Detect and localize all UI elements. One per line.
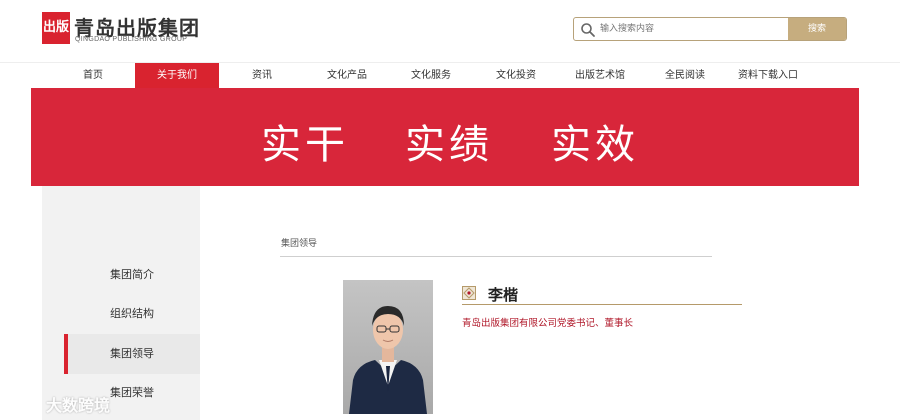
watermark: 大数跨境 [8,390,128,416]
portrait-image [343,280,433,414]
search-bar: 搜索 [573,17,847,41]
site-logo[interactable]: 出版 青岛出版集团 QINGDAO PUBLISHING GROUP [42,12,199,48]
sidebar-active-indicator [64,334,68,374]
leader-name: 李楷 [488,286,519,304]
nav-item-culture-services[interactable]: 文化服务 [396,63,466,89]
banner-word-3: 实效 [551,122,639,168]
banner-word-1: 实干 [261,122,349,168]
nav-item-home[interactable]: 首页 [60,63,126,89]
nav-item-about[interactable]: 关于我们 [135,63,219,89]
nav-item-art-museum[interactable]: 出版艺术馆 [560,63,640,89]
search-button[interactable]: 搜索 [788,18,846,40]
hero-banner: 实干 实绩 实效 [31,88,859,186]
main-nav: 首页 关于我们 资讯 文化产品 文化服务 文化投资 出版艺术馆 全民阅读 资料下… [0,62,900,89]
section-divider [280,256,712,257]
leader-portrait [343,280,433,414]
search-icon [581,23,595,37]
search-input[interactable] [600,18,785,40]
name-divider [462,304,742,305]
sidebar-item-structure[interactable]: 组织结构 [64,294,200,334]
logo-mark: 出版 [42,12,70,44]
sidebar-item-leaders[interactable]: 集团领导 [64,334,200,374]
banner-word-2: 实绩 [405,122,493,168]
nav-item-news[interactable]: 资讯 [230,63,294,89]
nav-item-culture-products[interactable]: 文化产品 [312,63,382,89]
nav-item-downloads[interactable]: 资料下载入口 [728,63,808,89]
section-title: 集团领导 [281,239,318,249]
nav-item-culture-investment[interactable]: 文化投资 [481,63,551,89]
nav-item-reading[interactable]: 全民阅读 [650,63,720,89]
decorative-emblem-icon [462,286,476,300]
watermark-logo-icon [9,394,40,410]
watermark-text: 大数跨境 [46,396,111,415]
sidebar-item-intro[interactable]: 集团简介 [64,255,200,295]
leader-title: 青岛出版集团有限公司党委书记、董事长 [462,318,634,329]
logo-english-name: QINGDAO PUBLISHING GROUP [75,36,188,43]
